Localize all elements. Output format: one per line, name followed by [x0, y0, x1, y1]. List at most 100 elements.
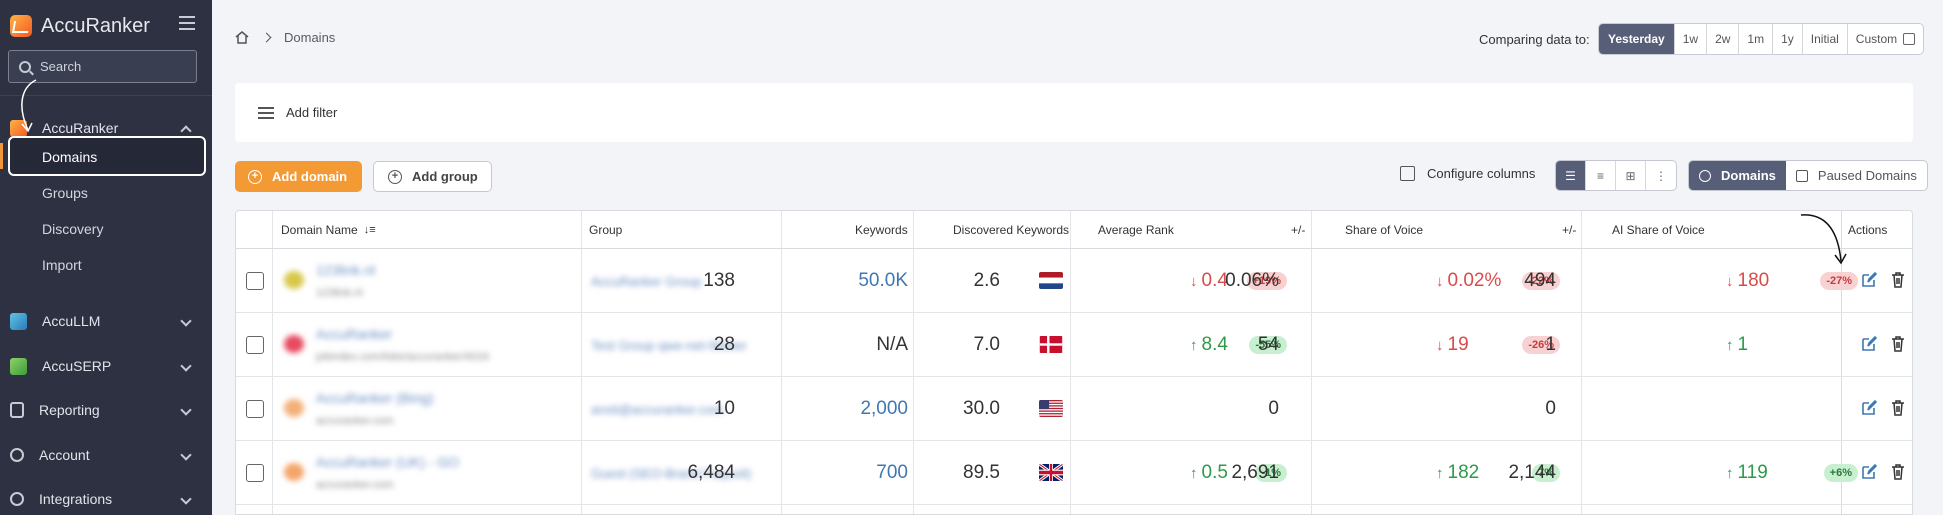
rank-change-value: 8.4	[1201, 334, 1228, 355]
breadcrumb: Domains	[235, 30, 335, 45]
sov-change-value: 182	[1447, 462, 1480, 483]
domains-tab[interactable]: Domains	[1689, 161, 1786, 190]
table-row[interactable]: AccuRanker (UK) - GO accuranker.com Guest …	[236, 441, 1912, 505]
trash-icon[interactable]	[1889, 463, 1907, 481]
edit-icon[interactable]	[1860, 463, 1878, 481]
compare-initial[interactable]: Initial	[1803, 24, 1848, 54]
add-domain-label: Add domain	[272, 169, 348, 184]
domain-name[interactable]: AccuRanker (Bing)	[316, 390, 434, 406]
plug-icon	[10, 492, 24, 506]
table-row[interactable]: 123link.nl 123link.nl AccuRanker Group 138 5…	[236, 249, 1912, 313]
table-row[interactable]: AccuRanker jobindex.com/lobs/accuranker/4…	[236, 313, 1912, 377]
discovered-keywords[interactable]: 50.0K	[858, 249, 908, 313]
rank-change-value: 0.5	[1201, 462, 1228, 483]
view-list-button[interactable]: ⋮	[1646, 161, 1676, 190]
header-keywords[interactable]: Keywords	[855, 211, 908, 249]
view-compact-button[interactable]: ☰	[1556, 161, 1586, 190]
brand-name: AccuRanker	[41, 14, 150, 37]
domain-name[interactable]: AccuRanker	[316, 326, 392, 342]
ai-sov-change-badge: +6%	[1823, 464, 1858, 482]
filter-bar[interactable]: Add filter	[235, 83, 1913, 142]
compare-label: Comparing data to:	[1479, 32, 1590, 47]
view-grid-button[interactable]: ⊞	[1616, 161, 1646, 190]
ai-share-of-voice: 1	[1545, 334, 1556, 355]
sidebar-item-discovery[interactable]: Discovery	[42, 221, 103, 237]
sidebar-group-integrations[interactable]: Integrations	[0, 481, 212, 515]
compare-yesterday[interactable]: Yesterday	[1599, 24, 1675, 54]
compare-custom-label: Custom	[1855, 32, 1898, 46]
edit-icon[interactable]	[1860, 271, 1878, 289]
sidebar-group-account[interactable]: Account	[0, 437, 212, 473]
chevron-down-icon	[180, 360, 192, 372]
brand[interactable]: AccuRanker	[10, 11, 150, 41]
view-default-button[interactable]: ≡	[1586, 161, 1616, 190]
sidebar-item-groups[interactable]: Groups	[42, 185, 88, 201]
domain-name[interactable]: AccuRanker (UK) - GO	[316, 454, 459, 470]
add-domain-button[interactable]: + Add domain	[235, 161, 362, 192]
share-of-voice: 2,691	[1231, 462, 1279, 483]
edit-icon[interactable]	[1860, 399, 1878, 417]
hamburger-icon[interactable]	[179, 16, 195, 30]
header-group[interactable]: Group	[589, 211, 622, 249]
header-share-of-voice[interactable]: Share of Voice	[1345, 211, 1423, 249]
header-rank-change[interactable]: +/-	[1291, 211, 1305, 249]
discovered-keywords[interactable]: 700	[876, 441, 908, 505]
paused-domains-tab[interactable]: Paused Domains	[1786, 161, 1927, 190]
sidebar-group-accuserp[interactable]: AccuSERP	[0, 348, 212, 384]
sidebar-item-import[interactable]: Import	[42, 257, 82, 273]
compare-2w[interactable]: 2w	[1707, 24, 1740, 54]
sort-icon[interactable]: ↓≡	[364, 224, 376, 236]
group-name[interactable]: ansti@accuranker.com	[591, 402, 723, 417]
chevron-up-icon	[180, 125, 192, 137]
ai-sov-change-value: 180	[1737, 270, 1770, 291]
row-checkbox[interactable]	[246, 400, 264, 418]
accuranker-logo-icon	[10, 15, 32, 37]
trash-icon[interactable]	[1889, 335, 1907, 353]
table-row[interactable]: AccuRanker (Bing) accuranker.com ansti@acc…	[236, 377, 1912, 441]
trash-icon[interactable]	[1889, 399, 1907, 417]
ai-share-of-voice: 2,144	[1508, 462, 1556, 483]
header-sov-change[interactable]: +/-	[1562, 211, 1576, 249]
row-checkbox[interactable]	[246, 336, 264, 354]
compare-1m[interactable]: 1m	[1739, 24, 1774, 54]
sov-change: ↑ 182	[1436, 441, 1479, 505]
row-checkbox[interactable]	[246, 272, 264, 290]
domain-url: accuranker.com	[316, 415, 394, 427]
compare-1y[interactable]: 1y	[1773, 24, 1803, 54]
average-rank: 89.5	[963, 462, 1000, 483]
search-input[interactable]	[40, 59, 190, 74]
header-domain-name[interactable]: Domain Name ↓≡	[281, 211, 376, 249]
key-icon	[10, 448, 24, 462]
domain-url: 123link.nl	[316, 287, 363, 299]
edit-icon[interactable]	[1860, 335, 1878, 353]
add-group-button[interactable]: + Add group	[373, 161, 492, 192]
configure-columns-button[interactable]: Configure columns	[1400, 166, 1535, 181]
row-checkbox[interactable]	[246, 464, 264, 482]
header-discovered[interactable]: Discovered Keywords	[953, 211, 1069, 249]
sidebar-item-domains-active	[8, 136, 206, 176]
plus-circle-icon: +	[388, 169, 402, 184]
discovered-keywords[interactable]: 2,000	[860, 377, 908, 441]
trash-icon[interactable]	[1889, 271, 1907, 289]
compare-1w[interactable]: 1w	[1675, 24, 1708, 54]
header-average-rank[interactable]: Average Rank	[1098, 211, 1174, 249]
domain-favicon	[284, 463, 304, 481]
compare-custom[interactable]: Custom	[1848, 24, 1923, 54]
keywords-count: 28	[713, 334, 735, 355]
arrow-down-icon: ↓	[1436, 272, 1444, 290]
home-icon[interactable]	[235, 31, 249, 44]
country-flag-icon	[1039, 464, 1063, 481]
search-icon	[19, 60, 31, 73]
group-name[interactable]: AccuRanker Group	[591, 274, 702, 289]
sidebar-item-domains[interactable]: Domains	[42, 149, 97, 165]
domain-name[interactable]: 123link.nl	[316, 262, 375, 278]
ai-sov-change-value: 1	[1737, 334, 1749, 355]
compare-period-selector: Yesterday 1w 2w 1m 1y Initial Custom	[1598, 23, 1925, 55]
annotation-arrow	[21, 79, 37, 133]
share-of-voice: 0.06%	[1225, 270, 1279, 291]
sidebar-group-accullm[interactable]: AccuLLM	[0, 303, 212, 339]
ai-sov-change: ↑ 1	[1726, 313, 1748, 377]
header-ai-share-of-voice[interactable]: AI Share of Voice	[1612, 211, 1705, 249]
chevron-down-icon	[180, 449, 192, 461]
sidebar-group-reporting[interactable]: Reporting	[0, 392, 212, 428]
